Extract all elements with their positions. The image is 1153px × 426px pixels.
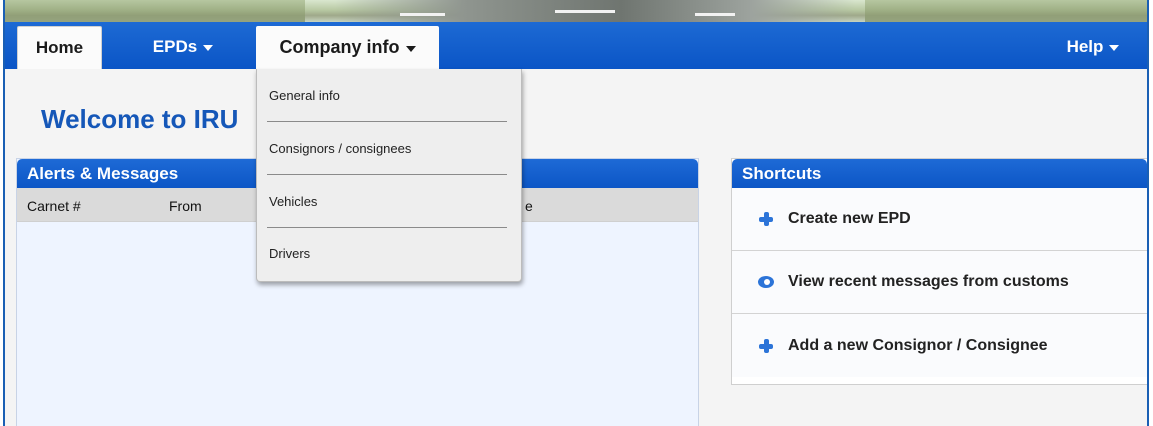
nav-epds-label: EPDs — [152, 36, 198, 56]
nav-help-menu[interactable]: Help — [1053, 24, 1133, 69]
nav-home-tab[interactable]: Home — [17, 26, 102, 69]
menu-item-vehicles[interactable]: Vehicles — [269, 194, 317, 209]
company-info-dropdown: General info Consignors / consignees Veh… — [256, 69, 522, 282]
shortcuts-panel-title: Shortcuts — [742, 163, 822, 183]
menu-item-general-info[interactable]: General info — [269, 88, 340, 103]
shortcuts-panel: Shortcuts Create new EPD View recent mes… — [731, 158, 1147, 385]
menu-divider — [267, 227, 507, 228]
chevron-down-icon — [1109, 44, 1120, 51]
add-consignor-shortcut[interactable]: Add a new Consignor / Consignee — [732, 314, 1147, 377]
nav-epds-menu[interactable]: EPDs — [138, 24, 228, 69]
menu-item-consignors[interactable]: Consignors / consignees — [269, 141, 411, 156]
shortcut-label: View recent messages from customs — [788, 273, 1069, 290]
eye-icon — [758, 276, 774, 288]
chevron-down-icon — [203, 44, 214, 51]
menu-divider — [267, 121, 507, 122]
nav-home-label: Home — [35, 38, 84, 57]
column-header-carnet[interactable]: Carnet # — [27, 198, 81, 214]
app-frame: Home EPDs Company info Help Welcome to I… — [3, 0, 1149, 426]
menu-divider — [267, 174, 507, 175]
column-header-from[interactable]: From — [169, 198, 202, 214]
chevron-down-icon — [405, 45, 416, 52]
column-header-partial[interactable]: e — [525, 198, 533, 214]
view-messages-shortcut[interactable]: View recent messages from customs — [732, 251, 1147, 314]
header-banner — [5, 0, 1147, 22]
page-title: Welcome to IRU — [41, 104, 239, 134]
create-epd-shortcut[interactable]: Create new EPD — [732, 188, 1147, 251]
shortcut-label: Create new EPD — [788, 210, 911, 227]
nav-help-label: Help — [1066, 36, 1104, 56]
plus-icon — [759, 212, 773, 226]
nav-company-info-menu[interactable]: Company info — [256, 26, 439, 69]
alerts-panel-title: Alerts & Messages — [27, 163, 179, 183]
menu-item-drivers[interactable]: Drivers — [269, 246, 310, 261]
nav-company-info-label: Company info — [279, 37, 400, 57]
shortcut-label: Add a new Consignor / Consignee — [788, 336, 1048, 354]
main-navbar: Home EPDs Company info Help — [5, 22, 1147, 69]
shortcuts-panel-header: Shortcuts — [732, 159, 1147, 188]
plus-icon — [759, 338, 773, 353]
